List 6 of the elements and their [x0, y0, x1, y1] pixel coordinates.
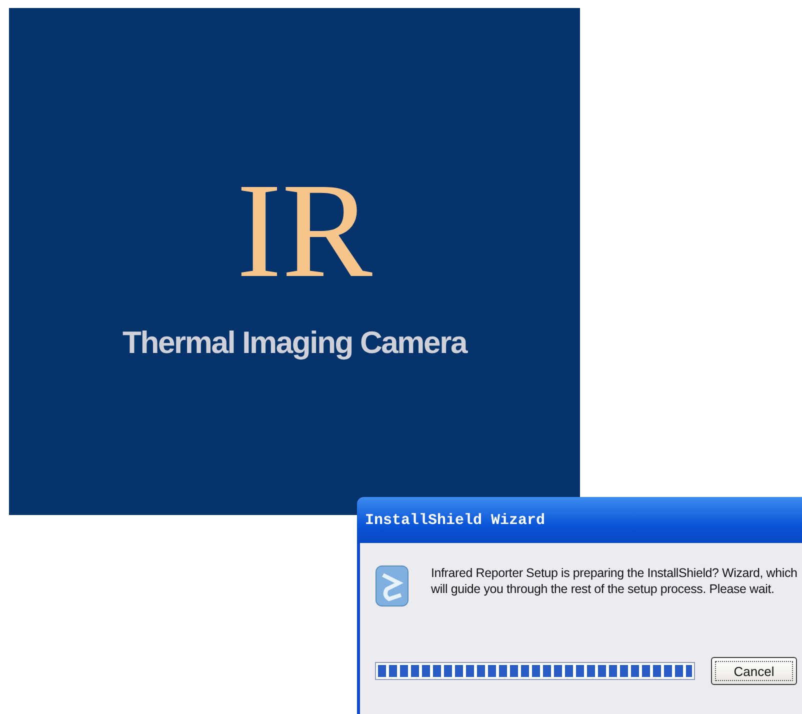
splash-logo: IR: [236, 163, 372, 299]
installer-icon: [375, 565, 409, 607]
cancel-button[interactable]: Cancel: [711, 657, 797, 685]
splash-subtitle: Thermal Imaging Camera: [122, 325, 466, 361]
dialog-title: InstallShield Wizard: [365, 512, 546, 528]
setup-message: Infrared Reporter Setup is preparing the InstallShield? Wizard, which will guide you through the rest of the setup process. Please wait.: [431, 565, 798, 597]
